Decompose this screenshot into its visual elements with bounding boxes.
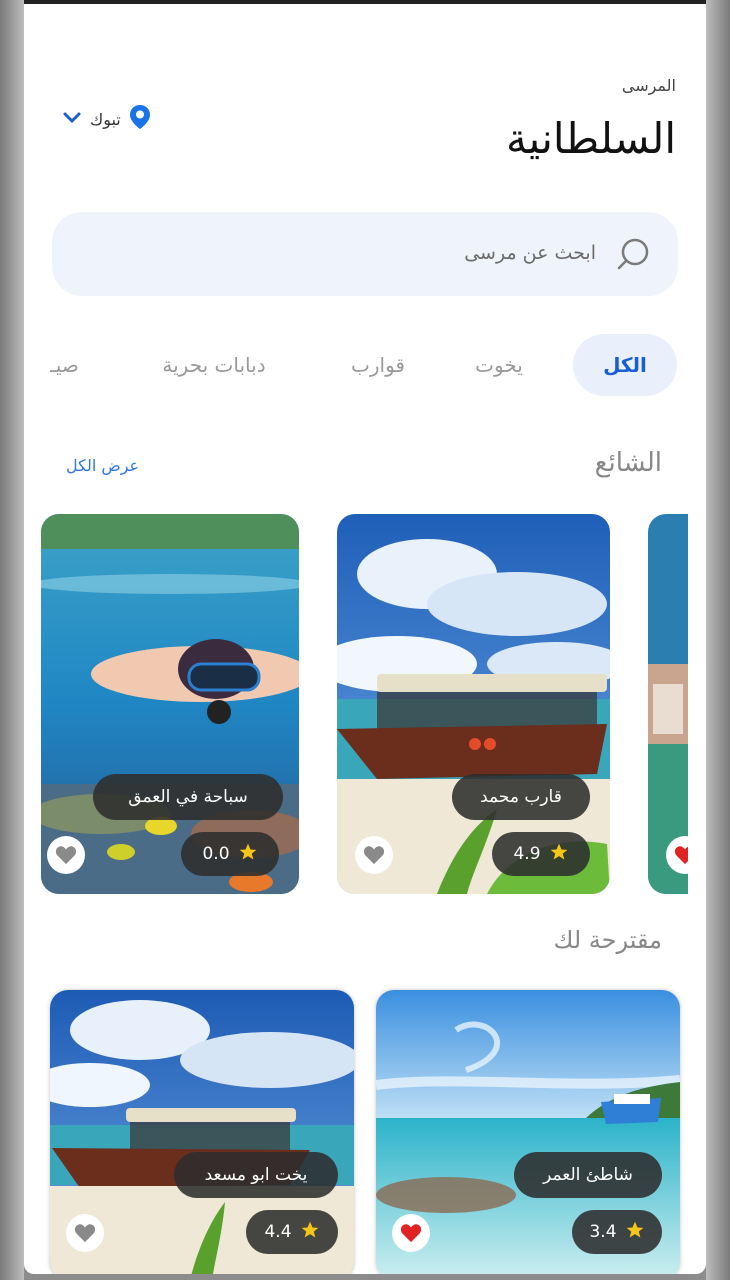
tab-yachts[interactable]: يخوت (456, 334, 542, 396)
favorite-heart-icon[interactable] (66, 1214, 104, 1252)
chevron-down-icon (62, 110, 82, 129)
page-title: السلطانية (506, 114, 676, 163)
tab-fishing[interactable]: صيـ (50, 334, 84, 396)
star-icon (625, 1220, 645, 1245)
popular-section-title: الشائع (594, 448, 662, 478)
location-pin-icon (129, 104, 151, 134)
app-screen: المرسى السلطانية تبوك ابحث عن مرسى الكل … (24, 4, 706, 1274)
card-title: يخت ابو مسعد (174, 1152, 338, 1198)
favorite-heart-icon[interactable] (392, 1214, 430, 1252)
tab-all[interactable]: الكل (573, 334, 677, 396)
search-icon[interactable] (616, 236, 652, 276)
suggested-card-yacht[interactable]: يخت ابو مسعد 4.4 (50, 990, 354, 1274)
tab-jetskis[interactable]: دبابات بحرية (144, 334, 284, 396)
rating-value: 4.4 (264, 1222, 292, 1242)
suggested-card-beach[interactable]: شاطئ العمر 3.4 (376, 990, 680, 1274)
rating-badge: 4.9 (492, 832, 590, 876)
card-title: سباحة في العمق (93, 774, 283, 820)
rating-badge: 4.4 (246, 1210, 338, 1254)
favorite-heart-icon[interactable] (355, 836, 393, 874)
card-title: شاطئ العمر (514, 1152, 662, 1198)
rating-value: 0.0 (202, 844, 230, 864)
search-input[interactable]: ابحث عن مرسى (464, 242, 596, 264)
rating-value: 4.9 (513, 844, 541, 864)
star-icon (549, 842, 569, 867)
see-all-link[interactable]: عرض الكل (66, 456, 139, 475)
popular-card-snorkel[interactable]: سباحة في العمق 0.0 (41, 514, 299, 894)
popular-card-partial[interactable] (648, 514, 688, 894)
device-frame-right (706, 0, 730, 1280)
rating-badge: 0.0 (181, 832, 279, 876)
search-bar[interactable]: ابحث عن مرسى (52, 212, 678, 296)
card-title: قارب محمد (452, 774, 590, 820)
tab-boats[interactable]: قوارب (330, 334, 426, 396)
star-icon (300, 1220, 320, 1245)
device-frame-left (0, 0, 24, 1280)
marina-label: المرسى (621, 76, 676, 95)
location-selector[interactable]: تبوك (62, 104, 151, 134)
suggested-section-title: مقترحة لك (553, 926, 662, 954)
rating-badge: 3.4 (572, 1210, 662, 1254)
location-city: تبوك (90, 109, 121, 129)
favorite-heart-icon[interactable] (47, 836, 85, 874)
star-icon (238, 842, 258, 867)
popular-card-boat[interactable]: قارب محمد 4.9 (337, 514, 610, 894)
rating-value: 3.4 (589, 1222, 617, 1242)
